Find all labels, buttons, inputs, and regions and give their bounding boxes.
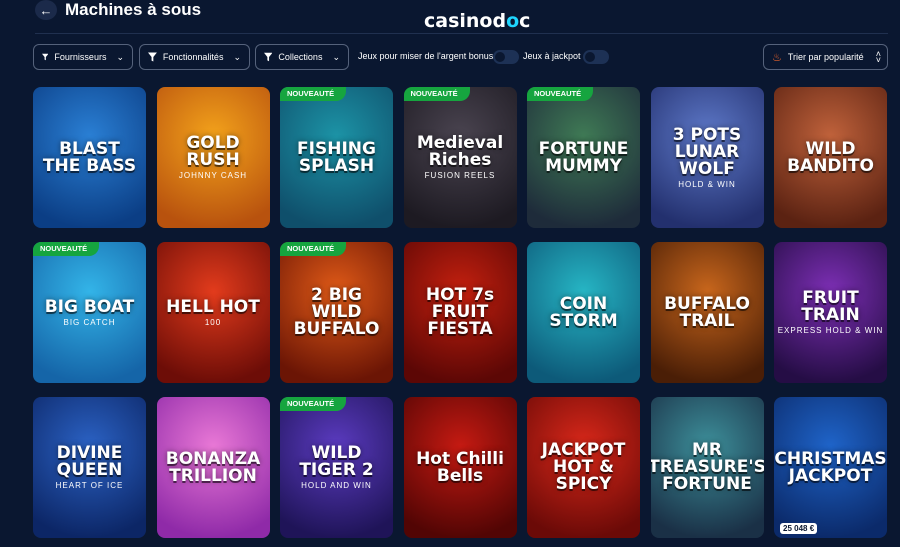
game-title-block: 3 POTS LUNAR WOLF HOLD & WIN xyxy=(651,124,764,189)
top-bar: ← Machines à sous casinodoc xyxy=(0,0,900,34)
sort-chevrons-icon: ˄ ˅ xyxy=(875,49,881,65)
game-subtitle: BIG CATCH xyxy=(63,317,116,327)
game-subtitle: JOHNNY CASH xyxy=(178,171,248,180)
game-title: HOT 7s FRUIT FIESTA xyxy=(425,285,495,339)
jackpot-games-toggle-label: Jeux à jackpot xyxy=(523,51,581,61)
toggle-knob xyxy=(585,52,595,62)
jackpot-amount: 25 048 € xyxy=(780,523,818,534)
features-filter-button[interactable]: Fonctionnalités ⌄ xyxy=(139,44,250,70)
game-tile[interactable]: FRUIT TRAIN EXPRESS HOLD & WIN xyxy=(774,242,887,383)
game-title: 2 BIG WILD BUFFALO xyxy=(293,285,380,339)
game-title: FRUIT TRAIN xyxy=(801,288,860,325)
game-tile[interactable]: NOUVEAUTÉ BIG BOAT BIG CATCH xyxy=(33,242,146,383)
filter-bar: Fournisseurs ⌄ Fonctionnalités ⌄ Collect… xyxy=(33,44,890,70)
game-tile[interactable]: JACKPOT HOT & SPICY xyxy=(527,397,640,538)
game-title: MR TREASURE'S FORTUNE xyxy=(650,440,764,494)
new-badge: NOUVEAUTÉ xyxy=(403,87,470,101)
game-tile[interactable]: NOUVEAUTÉ Medieval Riches FUSION REELS xyxy=(403,87,517,228)
game-title: Medieval Riches xyxy=(416,133,504,170)
game-title: BLAST THE BASS xyxy=(42,138,137,176)
game-title: BONANZA TRILLION xyxy=(165,448,261,486)
game-title: BUFFALO TRAIL xyxy=(664,293,750,331)
game-title: COIN STORM xyxy=(549,293,618,331)
collections-filter-label: Collections xyxy=(278,52,323,62)
game-tile[interactable]: NOUVEAUTÉ 2 BIG WILD BUFFALO xyxy=(280,242,393,383)
game-subtitle: 100 xyxy=(204,317,222,327)
game-title: HELL HOT xyxy=(166,296,260,317)
game-tile[interactable]: BONANZA TRILLION xyxy=(156,397,270,538)
new-badge: NOUVEAUTÉ xyxy=(280,87,347,101)
game-title-block: FRUIT TRAIN EXPRESS HOLD & WIN xyxy=(774,288,887,336)
game-tile[interactable]: DIVINE QUEEN HEART OF ICE xyxy=(33,397,146,538)
logo-text-prefix: casinod xyxy=(424,10,507,32)
game-title: Hot Chilli Bells xyxy=(416,448,504,486)
features-filter-label: Fonctionnalités xyxy=(162,52,224,62)
page-title: Machines à sous xyxy=(65,0,202,19)
game-tile[interactable]: COIN STORM xyxy=(527,242,640,383)
game-title: CHRISTMAS JACKPOT xyxy=(774,448,887,486)
game-tile[interactable]: GOLD RUSH JOHNNY CASH xyxy=(156,87,270,228)
game-tile[interactable]: WILD BANDITO xyxy=(774,87,887,228)
game-title-block: BIG BOAT BIG CATCH xyxy=(39,296,141,327)
game-title: JACKPOT HOT & SPICY xyxy=(541,440,626,494)
jackpot-games-toggle[interactable] xyxy=(583,50,609,64)
game-title: DIVINE QUEEN xyxy=(56,443,123,480)
game-subtitle: HEART OF ICE xyxy=(55,481,124,490)
game-tile[interactable]: BUFFALO TRAIL xyxy=(650,242,764,383)
logo-text-suffix: c xyxy=(519,10,531,32)
toggle-knob xyxy=(495,52,505,62)
new-badge: NOUVEAUTÉ xyxy=(280,397,347,411)
game-title: FISHING SPLASH xyxy=(297,138,376,176)
flame-icon: ♨ xyxy=(772,51,782,64)
new-badge: NOUVEAUTÉ xyxy=(527,87,594,101)
game-tile[interactable]: HOT 7s FRUIT FIESTA xyxy=(403,242,517,383)
game-title: GOLD RUSH xyxy=(186,133,240,170)
bonus-games-toggle-label: Jeux pour miser de l'argent bonus xyxy=(358,51,494,61)
arrow-left-icon: ← xyxy=(39,2,53,18)
game-title: WILD TIGER 2 xyxy=(299,443,374,480)
chevron-down-icon: ⌄ xyxy=(116,51,124,62)
collections-filter-button[interactable]: Collections ⌄ xyxy=(255,44,349,70)
game-subtitle: HOLD AND WIN xyxy=(301,481,372,490)
game-tile[interactable]: NOUVEAUTÉ FISHING SPLASH xyxy=(280,87,393,228)
game-tile[interactable]: 3 POTS LUNAR WOLF HOLD & WIN xyxy=(650,87,764,228)
game-title-block: HELL HOT 100 xyxy=(160,296,266,327)
casino-logo[interactable]: casinodoc xyxy=(424,10,530,32)
game-tile[interactable]: NOUVEAUTÉ WILD TIGER 2 HOLD AND WIN xyxy=(280,397,393,538)
game-tile[interactable]: NOUVEAUTÉ FORTUNE MUMMY xyxy=(527,87,640,228)
game-subtitle: HOLD & WIN xyxy=(678,179,736,189)
new-badge: NOUVEAUTÉ xyxy=(280,242,347,256)
game-tile[interactable]: BLAST THE BASS xyxy=(33,87,146,228)
game-subtitle: FUSION REELS xyxy=(424,171,496,180)
game-title-block: DIVINE QUEEN HEART OF ICE xyxy=(33,443,146,491)
game-tile[interactable]: Hot Chilli Bells xyxy=(403,397,517,538)
logo-text-o: o xyxy=(506,10,520,32)
game-subtitle: EXPRESS HOLD & WIN xyxy=(777,326,884,335)
game-title: WILD BANDITO xyxy=(787,138,874,176)
funnel-icon xyxy=(264,52,273,62)
game-title: 3 POTS LUNAR WOLF xyxy=(672,124,742,179)
game-tile[interactable]: CHRISTMAS JACKPOT 25 048 € xyxy=(774,397,887,538)
sort-label: Trier par popularité xyxy=(787,52,864,62)
game-tile[interactable]: HELL HOT 100 xyxy=(156,242,270,383)
header-divider xyxy=(35,33,888,34)
game-tile[interactable]: MR TREASURE'S FORTUNE xyxy=(650,397,764,538)
funnel-icon xyxy=(42,53,49,61)
game-title: BIG BOAT xyxy=(44,296,135,317)
game-title-block: WILD TIGER 2 HOLD AND WIN xyxy=(280,443,393,491)
providers-filter-label: Fournisseurs xyxy=(54,52,107,62)
chevron-down-icon: ⌄ xyxy=(332,51,340,62)
game-title-block: Medieval Riches FUSION REELS xyxy=(404,133,517,181)
back-button[interactable]: ← xyxy=(35,0,57,20)
sort-button[interactable]: ♨ Trier par popularité ˄ ˅ xyxy=(763,44,888,70)
bonus-games-toggle[interactable] xyxy=(493,50,519,64)
funnel-icon xyxy=(148,52,157,62)
new-badge: NOUVEAUTÉ xyxy=(33,242,100,256)
providers-filter-button[interactable]: Fournisseurs ⌄ xyxy=(33,44,133,70)
game-title-block: GOLD RUSH JOHNNY CASH xyxy=(157,133,270,181)
chevron-down-icon: ⌄ xyxy=(233,51,241,62)
game-title: FORTUNE MUMMY xyxy=(538,138,629,176)
